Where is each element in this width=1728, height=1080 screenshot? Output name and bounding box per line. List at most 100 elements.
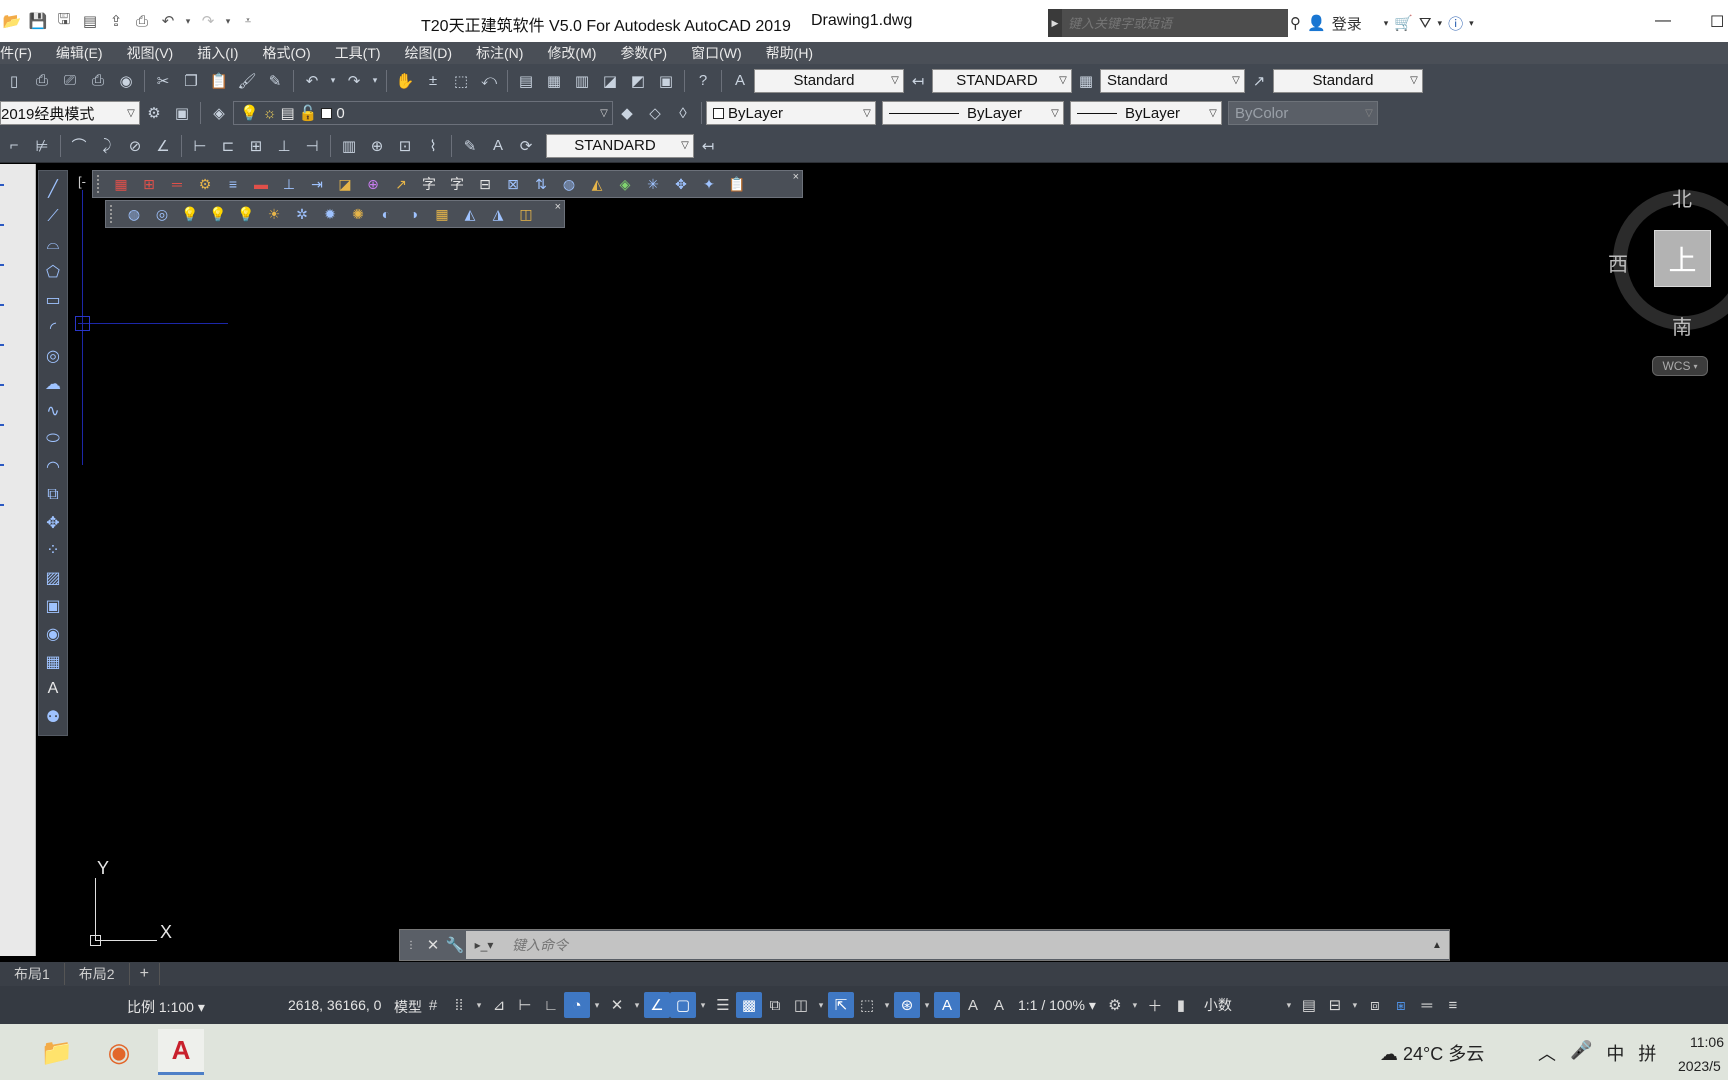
lock-ui-dropdown-icon[interactable]: ▾ <box>1348 1000 1362 1011</box>
render-icon[interactable]: ◍ <box>122 203 146 225</box>
sheet-set-icon[interactable]: ◪ <box>598 69 622 93</box>
revision-cloud-icon[interactable]: ☁ <box>41 372 65 396</box>
menu-format[interactable]: 格式(O) <box>262 43 310 63</box>
dim-text-edit-icon[interactable]: A <box>486 134 510 158</box>
material-mapping-icon[interactable]: ▦ <box>430 203 454 225</box>
wcs-menu-button[interactable]: WCS ▾ <box>1652 356 1708 376</box>
new-icon[interactable]: ▯ <box>2 69 26 93</box>
table-tool-icon[interactable]: 字 <box>445 173 469 195</box>
isodraft-icon[interactable]: ✕ <box>604 992 630 1018</box>
side-palette[interactable] <box>0 164 36 956</box>
gizmo-icon[interactable]: ⊛ <box>894 992 920 1018</box>
isodraft-dropdown-icon[interactable]: ▾ <box>630 1000 644 1011</box>
block-editor-icon[interactable]: ✎ <box>263 69 287 93</box>
publish-icon[interactable]: ⇪ <box>104 9 128 33</box>
units-select[interactable]: 小数 <box>1194 995 1282 1015</box>
file-layout-icon[interactable]: ⊕ <box>361 173 385 195</box>
save-as-icon[interactable]: 🖫 <box>52 9 76 33</box>
area-icon[interactable]: ⇅ <box>529 173 553 195</box>
color-select[interactable]: ByLayer ▽ <box>706 101 876 125</box>
quick-properties-icon[interactable]: ▤ <box>1296 992 1322 1018</box>
line-icon[interactable]: ╱ <box>41 177 65 201</box>
table-icon[interactable]: ▦ <box>41 650 65 674</box>
login-button[interactable]: 登录 <box>1332 13 1362 34</box>
angular-dim-icon[interactable]: ∠ <box>151 134 175 158</box>
layer-state-icon[interactable]: ◊ <box>671 101 695 125</box>
stair-icon[interactable]: ⊥ <box>277 173 301 195</box>
text-tool-icon[interactable]: 字 <box>417 173 441 195</box>
section-icon[interactable]: ◪ <box>333 173 357 195</box>
osnap-dropdown-icon[interactable]: ▾ <box>696 1000 710 1011</box>
gear-icon[interactable]: ⚙ <box>142 101 166 125</box>
center-mark-icon[interactable]: ⊕ <box>365 134 389 158</box>
add-selected-icon[interactable]: ⚉ <box>41 705 65 729</box>
dynamic-ucs-icon[interactable]: ⇱ <box>828 992 854 1018</box>
ellipse-arc-icon[interactable]: ◠ <box>41 455 65 479</box>
hatch-icon[interactable]: ▨ <box>41 566 65 590</box>
dim-update-icon[interactable]: ⟳ <box>514 134 538 158</box>
dim-style-icon[interactable]: ↤ <box>906 69 930 93</box>
maximize-button[interactable]: ☐ <box>1710 12 1724 32</box>
cart-icon[interactable]: 🛒 <box>1394 14 1413 32</box>
polar-tracking-icon[interactable]: ◔ <box>564 992 590 1018</box>
tool-palettes-icon[interactable]: ▥ <box>570 69 594 93</box>
dim-tool-icon[interactable]: ↗ <box>389 173 413 195</box>
gradient-icon[interactable]: ▣ <box>41 594 65 618</box>
web-mobile-icon[interactable]: ▤ <box>78 9 102 33</box>
user-icon[interactable]: 👤 <box>1307 14 1326 32</box>
gizmo-dropdown-icon[interactable]: ▾ <box>920 1000 934 1011</box>
infer-constraints-icon[interactable]: ⊿ <box>486 992 512 1018</box>
plot-icon[interactable]: ⎙ <box>30 69 54 93</box>
layer-select[interactable]: 💡 ☼ ▤ 🔓 0 ▽ <box>233 101 613 125</box>
arc-length-icon[interactable]: ⌒ <box>67 134 91 158</box>
add-layout-button[interactable]: + <box>130 963 160 985</box>
lineweight-select[interactable]: ByLayer ▽ <box>1070 101 1222 125</box>
door-window-icon[interactable]: ⚙ <box>193 173 217 195</box>
table-style-icon[interactable]: ▦ <box>1074 69 1098 93</box>
undo-dropdown-icon[interactable]: ▾ <box>182 9 194 33</box>
tool-icon[interactable]: ◍ <box>557 173 581 195</box>
viewcube-top-face[interactable]: 上 <box>1654 230 1711 287</box>
render-environment-icon[interactable]: ◭ <box>458 203 482 225</box>
ime-language[interactable]: 中 <box>1606 1040 1624 1066</box>
viewport-controls[interactable]: [- <box>78 174 86 189</box>
drawing-canvas[interactable] <box>69 164 1728 955</box>
linear-dim-icon[interactable]: ⌐ <box>2 134 26 158</box>
chevron-up-icon[interactable]: ︿ <box>1538 1040 1556 1066</box>
redo-dropdown-icon[interactable]: ▾ <box>370 69 380 93</box>
render-region-icon[interactable]: ◎ <box>150 203 174 225</box>
zoom-window-icon[interactable]: ⬚ <box>449 69 473 93</box>
annotation-scale-value[interactable]: 1:1 / 100% ▾ <box>1012 997 1102 1014</box>
units-dropdown-icon[interactable]: ▾ <box>1282 1000 1296 1011</box>
search-input[interactable] <box>1062 10 1288 36</box>
settings-tool-icon[interactable]: ✳ <box>641 173 665 195</box>
close-icon[interactable]: × <box>555 201 561 213</box>
insert-block-icon[interactable]: ⧉ <box>41 483 65 507</box>
workspace-dropdown-icon[interactable]: ▾ <box>1128 1000 1142 1011</box>
match-properties-icon[interactable]: 🖌 <box>235 69 259 93</box>
clock-time[interactable]: 11:06 <box>1690 1034 1724 1050</box>
construction-line-icon[interactable]: ⟋ <box>41 205 65 229</box>
baseline-dim-icon[interactable]: ⊏ <box>216 134 240 158</box>
inspect-icon[interactable]: ⊡ <box>393 134 417 158</box>
menu-view[interactable]: 视图(V) <box>127 43 174 63</box>
tab-layout2[interactable]: 布局2 <box>65 963 130 985</box>
markup-icon[interactable]: ◩ <box>626 69 650 93</box>
annotation-monitor-icon[interactable]: ＋ <box>1142 992 1168 1018</box>
menu-window[interactable]: 窗口(W) <box>691 43 742 63</box>
microphone-icon[interactable]: 🎤 <box>1570 1040 1592 1066</box>
print-icon[interactable]: ⎙ <box>130 9 154 33</box>
help-icon[interactable]: ? <box>691 69 715 93</box>
object-snap-tracking-icon[interactable]: ∠ <box>644 992 670 1018</box>
workspace-settings-icon[interactable]: ▣ <box>170 101 194 125</box>
undo-icon[interactable]: ↶ <box>156 9 180 33</box>
publish-3d-icon[interactable]: ◉ <box>114 69 138 93</box>
properties-icon[interactable]: ▤ <box>514 69 538 93</box>
menu-help[interactable]: 帮助(H) <box>766 43 813 63</box>
menu-insert[interactable]: 插入(I) <box>197 43 238 63</box>
app-dropdown-icon[interactable]: ▾ <box>1438 18 1443 29</box>
wall-icon[interactable]: ═ <box>165 173 189 195</box>
open-folder-icon[interactable]: 📂 <box>0 9 24 33</box>
snap-dropdown-icon[interactable]: ▾ <box>472 1000 486 1011</box>
spline-icon[interactable]: ∿ <box>41 399 65 423</box>
